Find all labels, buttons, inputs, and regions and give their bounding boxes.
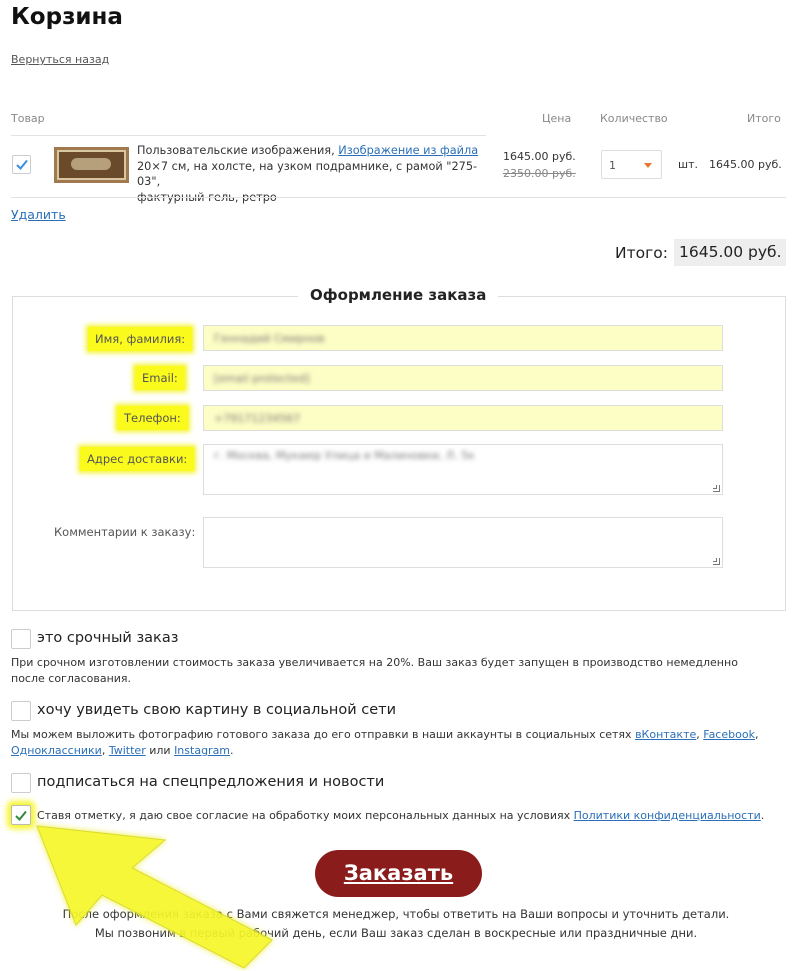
grand-total-value: 1645.00 руб.: [674, 239, 786, 266]
social-checkbox[interactable]: [11, 701, 31, 721]
subscribe-checkbox[interactable]: [11, 773, 31, 793]
link-instagram[interactable]: Instagram: [174, 744, 230, 757]
header-divider: [11, 135, 486, 136]
name-field[interactable]: Геннадий Смирнов: [203, 325, 723, 351]
header-product: Товар: [11, 112, 45, 125]
product-image-link[interactable]: Изображение из файла: [338, 144, 478, 157]
product-spec: 20×7 см, на холсте, на узком подрамнике,…: [137, 159, 478, 189]
urgent-checkbox[interactable]: [11, 629, 31, 649]
name-value: Геннадий Смирнов: [214, 332, 325, 345]
after-order-line-1: После оформления заказа с Вами свяжется …: [62, 907, 730, 921]
resize-handle-icon[interactable]: [713, 485, 720, 492]
consent-text: Ставя отметку, я даю свое согласие на об…: [37, 809, 765, 822]
address-label: Адрес доставки:: [80, 447, 195, 471]
item-select-checkbox[interactable]: [12, 155, 31, 174]
page-title: Корзина: [11, 4, 123, 30]
quantity-select[interactable]: 1: [601, 150, 662, 179]
address-value: г. Москва, Мукаюр Улица и Малиновки, Л. …: [214, 449, 475, 462]
checkmark-icon: [15, 810, 27, 821]
urgent-label[interactable]: это срочный заказ: [37, 630, 178, 646]
phone-field[interactable]: +79171234567: [203, 405, 723, 431]
after-order-line-2: Мы позвоним в первый рабочий день, если …: [94, 926, 698, 940]
social-note: Мы можем выложить фотографию готового за…: [11, 728, 759, 757]
item-price: 1645.00 руб.: [503, 150, 576, 163]
grand-total-label: Итого:: [615, 244, 668, 262]
link-twitter[interactable]: Twitter: [109, 744, 146, 757]
checkmark-icon: [16, 159, 28, 170]
chevron-down-icon: [644, 163, 652, 168]
phone-label: Телефон:: [117, 406, 188, 430]
back-link[interactable]: Вернуться назад: [11, 53, 109, 66]
order-button[interactable]: Заказать: [315, 850, 482, 897]
delete-link[interactable]: Удалить: [11, 207, 66, 222]
order-form-legend: Оформление заказа: [298, 286, 499, 304]
comment-field[interactable]: [203, 517, 723, 568]
resize-handle-icon[interactable]: [713, 558, 720, 565]
privacy-policy-link[interactable]: Политики конфиденциальности: [574, 809, 761, 822]
urgent-note: При срочном изготовлении стоимость заказ…: [11, 656, 738, 685]
social-note-text: Мы можем выложить фотографию готового за…: [11, 728, 632, 741]
header-price: Цена: [542, 112, 572, 125]
email-field[interactable]: [email protected]: [203, 365, 723, 391]
item-old-price: 2350.00 руб.: [503, 167, 576, 180]
email-value: [email protected]: [214, 372, 310, 385]
quantity-value: 1: [609, 159, 616, 172]
product-thumbnail[interactable]: [54, 147, 129, 183]
item-total: 1645.00 руб.: [709, 158, 782, 171]
product-description: Пользовательские изображения, Изображени…: [137, 143, 487, 205]
header-quantity: Количество: [600, 112, 668, 125]
email-label: Email:: [135, 366, 185, 390]
social-or: или: [149, 744, 171, 757]
subscribe-label[interactable]: подписаться на спецпредложения и новости: [37, 774, 384, 790]
quantity-unit: шт.: [678, 158, 698, 171]
link-facebook[interactable]: Facebook: [703, 728, 755, 741]
consent-checkbox[interactable]: [11, 805, 31, 825]
row-divider: [11, 197, 786, 198]
link-vkontakte[interactable]: вКонтакте: [635, 728, 696, 741]
name-label: Имя, фамилия:: [88, 327, 193, 351]
product-type: Пользовательские изображения,: [137, 144, 335, 157]
link-odnoklassniki[interactable]: Одноклассники: [11, 744, 102, 757]
consent-statement: Ставя отметку, я даю свое согласие на об…: [37, 809, 571, 822]
address-field[interactable]: г. Москва, Мукаюр Улица и Малиновки, Л. …: [203, 444, 723, 495]
comment-label: Комментарии к заказу:: [54, 525, 196, 539]
phone-value: +79171234567: [214, 412, 301, 425]
social-label[interactable]: хочу увидеть свою картину в социальной с…: [37, 702, 396, 718]
header-total: Итого: [747, 112, 781, 125]
